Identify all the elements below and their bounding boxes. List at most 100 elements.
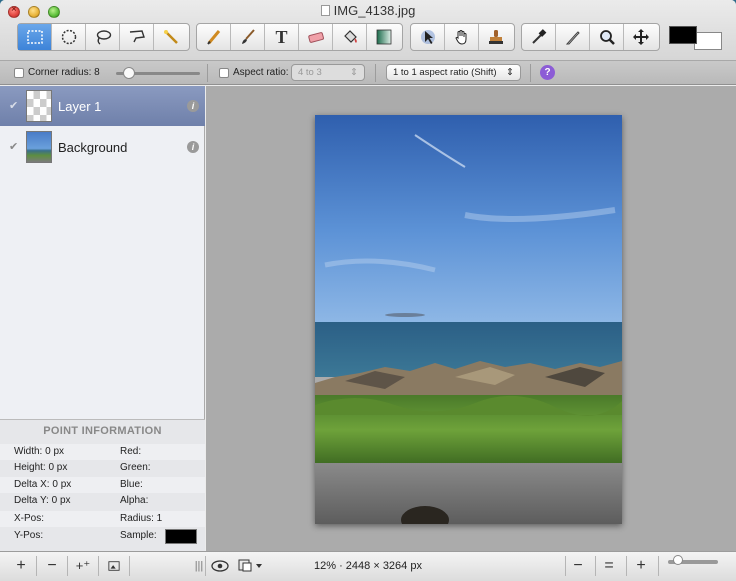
- aspect-ratio-value: 4 to 3: [298, 67, 322, 78]
- aspect-mode-value: 1 to 1 aspect ratio (Shift): [393, 67, 497, 78]
- layer-visibility-checkbox[interactable]: ✔: [9, 141, 20, 153]
- canvas-area[interactable]: [206, 86, 736, 551]
- window-title-text: IMG_4138.jpg: [333, 3, 416, 18]
- point-info-row: Width: 0 px Red:: [0, 444, 205, 460]
- background-color-well[interactable]: [694, 32, 722, 50]
- zoom-in-button[interactable]: +: [630, 556, 652, 576]
- paint-bucket-tool[interactable]: [333, 24, 367, 50]
- titlebar-toolbar: IMG_4138.jpg: [0, 0, 736, 61]
- blue-label: Blue:: [120, 479, 143, 490]
- text-tool[interactable]: T: [265, 24, 299, 50]
- layer-name: Background: [58, 139, 128, 155]
- corner-radius-slider-knob[interactable]: [122, 67, 135, 79]
- pointer-icon: [420, 30, 435, 44]
- layer-row-layer-1[interactable]: ✔ Layer 1 i: [0, 86, 205, 126]
- radius-value: Radius: 1: [120, 513, 163, 524]
- sample-color-swatch: [165, 529, 197, 544]
- green-label: Green:: [120, 462, 151, 473]
- zoom-out-button[interactable]: −: [567, 556, 589, 576]
- bar-divider: [658, 556, 659, 576]
- smudge-icon: [565, 31, 580, 45]
- brush-tool[interactable]: [231, 24, 265, 50]
- aspect-ratio-label: Aspect ratio:: [233, 67, 289, 78]
- rect-select-tool[interactable]: [18, 24, 52, 50]
- height-value: Height: 0 px: [14, 462, 68, 473]
- stamp-tool[interactable]: [479, 24, 513, 50]
- point-info-row: Delta Y: 0 px Alpha:: [0, 493, 205, 509]
- gradient-icon: [376, 29, 392, 45]
- hand-icon: [454, 30, 466, 45]
- point-info-row: Y-Pos: Sample:: [0, 528, 205, 544]
- corner-radius-option: Corner radius: 8: [14, 67, 100, 78]
- aspect-ratio-select[interactable]: 4 to 3 ⇕: [291, 64, 365, 81]
- x-pos-label: X-Pos:: [14, 513, 45, 524]
- info-icon[interactable]: i: [187, 100, 199, 112]
- add-layer-button[interactable]: +: [10, 556, 32, 576]
- bar-divider: [565, 556, 566, 576]
- utility-tools: [521, 23, 660, 51]
- actual-size-button[interactable]: =: [598, 556, 620, 576]
- bar-divider: [67, 556, 68, 576]
- eraser-icon: [307, 32, 324, 43]
- zoom-tool[interactable]: [590, 24, 624, 50]
- gradient-tool[interactable]: [367, 24, 401, 50]
- aspect-ratio-option: Aspect ratio:: [219, 67, 289, 78]
- options-bar: Corner radius: 8 Aspect ratio: 4 to 3 ⇕ …: [0, 61, 736, 85]
- eyedropper-tool[interactable]: [522, 24, 556, 50]
- zoom-icon: [599, 30, 615, 45]
- resize-handle-icon[interactable]: |||: [188, 556, 210, 576]
- smudge-tool[interactable]: [556, 24, 590, 50]
- eye-icon: [211, 560, 229, 572]
- duplicate-layer-button[interactable]: +⁺: [72, 556, 94, 576]
- foreground-color-well[interactable]: [669, 26, 697, 44]
- help-button[interactable]: ?: [540, 65, 555, 80]
- preview-button[interactable]: [209, 556, 231, 576]
- image-layer-icon: [108, 561, 120, 571]
- hand-tool[interactable]: [445, 24, 479, 50]
- ellipse-select-tool[interactable]: [52, 24, 86, 50]
- pencil-tool[interactable]: [197, 24, 231, 50]
- eyedropper-icon: [531, 29, 546, 44]
- bar-divider: [205, 556, 206, 576]
- bar-divider: [595, 556, 596, 576]
- lasso-icon: [96, 30, 111, 45]
- eraser-tool[interactable]: [299, 24, 333, 50]
- delta-y-value: Delta Y: 0 px: [14, 495, 71, 506]
- rect-select-icon: [26, 30, 43, 44]
- move-tool[interactable]: [624, 24, 658, 50]
- aspect-ratio-checkbox[interactable]: [219, 67, 229, 78]
- brush-icon: [241, 29, 255, 44]
- ellipse-select-icon: [61, 29, 76, 45]
- paint-tools: T: [196, 23, 403, 51]
- zoom-slider-knob[interactable]: [672, 555, 683, 565]
- view-mode-button[interactable]: [236, 556, 266, 576]
- magic-wand-tool[interactable]: [154, 24, 188, 50]
- layer-visibility-checkbox[interactable]: ✔: [9, 100, 20, 112]
- corner-radius-label: Corner radius: 8: [28, 67, 100, 78]
- delta-x-value: Delta X: 0 px: [14, 479, 72, 490]
- pointer-tool[interactable]: [411, 24, 445, 50]
- point-information-panel: POINT INFORMATION Width: 0 px Red: Heigh…: [0, 419, 205, 551]
- stamp-icon: [489, 30, 503, 44]
- layers-sidebar: ✔ Layer 1 i ✔ Background i POINT INFORMA…: [0, 86, 205, 551]
- remove-layer-button[interactable]: −: [41, 556, 63, 576]
- width-value: Width: 0 px: [14, 446, 65, 457]
- info-icon[interactable]: i: [187, 141, 199, 153]
- polygon-lasso-tool[interactable]: [120, 24, 154, 50]
- pointer-tools: [410, 23, 515, 51]
- image-canvas[interactable]: [315, 115, 622, 524]
- app-window: IMG_4138.jpg: [0, 0, 736, 581]
- layer-row-background[interactable]: ✔ Background i: [0, 127, 205, 167]
- duplicate-layer-icon: +⁺: [75, 558, 91, 573]
- bar-divider: [98, 556, 99, 576]
- polygon-lasso-icon: [129, 30, 145, 43]
- aspect-mode-select[interactable]: 1 to 1 aspect ratio (Shift) ⇕: [386, 64, 521, 81]
- magic-wand-icon: [164, 30, 178, 44]
- lasso-tool[interactable]: [86, 24, 120, 50]
- text-icon: T: [275, 26, 288, 47]
- layer-thumbnail: [26, 90, 52, 122]
- corner-radius-checkbox[interactable]: [14, 67, 24, 78]
- selection-tools: [17, 23, 190, 51]
- layer-options-button[interactable]: [103, 556, 125, 576]
- options-divider: [375, 64, 376, 82]
